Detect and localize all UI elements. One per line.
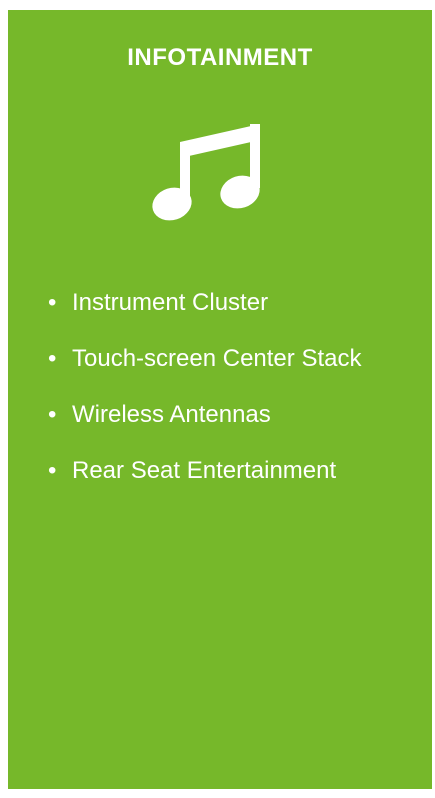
list-item: • Wireless Antennas [48, 398, 408, 432]
bullet: • [48, 401, 57, 428]
bullet: • [48, 289, 57, 316]
card-title: INFOTAINMENT [127, 44, 313, 71]
list-item: • Instrument Cluster [48, 286, 408, 320]
feature-list: • Instrument Cluster • Touch-screen Cent… [48, 286, 408, 510]
list-item: • Rear Seat Entertainment [48, 454, 408, 488]
list-item-label: Instrument Cluster [72, 289, 269, 316]
list-item-label: Rear Seat Entertainment [72, 457, 337, 484]
bullet: • [48, 345, 57, 372]
infotainment-card: INFOTAINMENT • Instrument Cluster • Touc… [8, 10, 432, 789]
bullet: • [48, 457, 57, 484]
list-item: • Touch-screen Center Stack [48, 342, 408, 376]
list-item-label: Wireless Antennas [72, 401, 271, 428]
music-note-icon [142, 114, 266, 226]
list-item-label: Touch-screen Center Stack [72, 345, 362, 372]
